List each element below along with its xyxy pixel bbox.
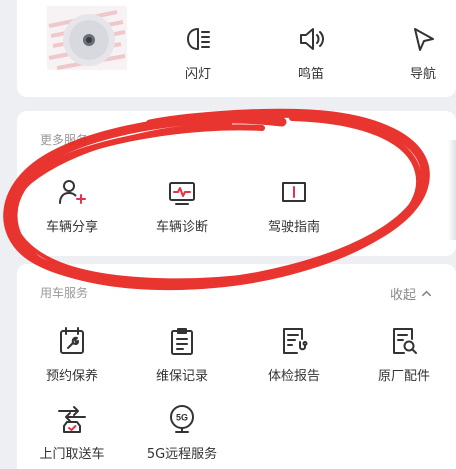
report-stethoscope-icon [277, 324, 311, 358]
clipboard-list-icon [165, 324, 199, 358]
diagnosis-monitor-icon [165, 175, 199, 209]
horn-label: 鸣笛 [297, 67, 324, 82]
5g-remote-icon: 5G [165, 402, 199, 436]
flash-lights-button[interactable]: 闪灯 [153, 22, 243, 82]
user-add-icon [55, 175, 89, 209]
navigation-button[interactable]: 导航 [378, 22, 456, 82]
book-maintenance-button[interactable]: 预约保养 [27, 324, 117, 384]
5g-badge-text: 5G [176, 413, 188, 423]
original-parts-label: 原厂配件 [377, 369, 430, 384]
more-services-card: 更多服务 车辆分享 车辆诊断 驾驶指南 [17, 111, 456, 256]
5g-remote-service-label: 5G远程服务 [146, 447, 218, 462]
document-search-icon [387, 324, 421, 358]
navigation-label: 导航 [409, 67, 436, 82]
chevron-up-icon [422, 290, 431, 297]
vehicle-share-button[interactable]: 车辆分享 [27, 175, 117, 235]
vehicle-share-label: 车辆分享 [45, 220, 98, 235]
headlight-icon [181, 22, 215, 56]
collapse-label: 收起 [389, 288, 416, 303]
section-title: 更多服务 [40, 133, 89, 147]
book-maintenance-label: 预约保养 [45, 369, 98, 384]
collapse-button[interactable]: 收起 [390, 284, 432, 303]
health-report-button[interactable]: 体检报告 [249, 324, 339, 384]
pickup-delivery-button[interactable]: 上门取送车 [27, 402, 117, 462]
health-report-label: 体检报告 [267, 369, 320, 384]
5g-remote-service-button[interactable]: 5G 5G远程服务 [137, 402, 227, 462]
section-title: 用车服务 [40, 286, 89, 300]
maintenance-records-button[interactable]: 维保记录 [137, 324, 227, 384]
vehicle-diagnosis-button[interactable]: 车辆诊断 [137, 175, 227, 235]
pickup-delivery-label: 上门取送车 [39, 447, 105, 462]
pickup-delivery-car-icon [55, 402, 89, 436]
navigation-arrow-icon [406, 22, 440, 56]
car-wheel-thumbnail [47, 6, 127, 70]
original-parts-button[interactable]: 原厂配件 [359, 324, 449, 384]
driving-guide-label: 驾驶指南 [267, 220, 320, 235]
horn-button[interactable]: 鸣笛 [266, 22, 356, 82]
guide-book-icon [277, 175, 311, 209]
flash-lights-label: 闪灯 [184, 67, 211, 82]
edge-shadow [448, 140, 456, 240]
horn-speaker-icon [294, 22, 328, 56]
quick-actions-card: 闪灯 鸣笛 导航 [17, 0, 456, 97]
maintenance-records-label: 维保记录 [155, 369, 208, 384]
car-services-card: 用车服务 收起 预约保养 维保记录 体检报告 原厂配件 上门取送车 5G 5G远… [17, 264, 456, 469]
calendar-wrench-icon [55, 324, 89, 358]
driving-guide-button[interactable]: 驾驶指南 [249, 175, 339, 235]
vehicle-diagnosis-label: 车辆诊断 [155, 220, 208, 235]
